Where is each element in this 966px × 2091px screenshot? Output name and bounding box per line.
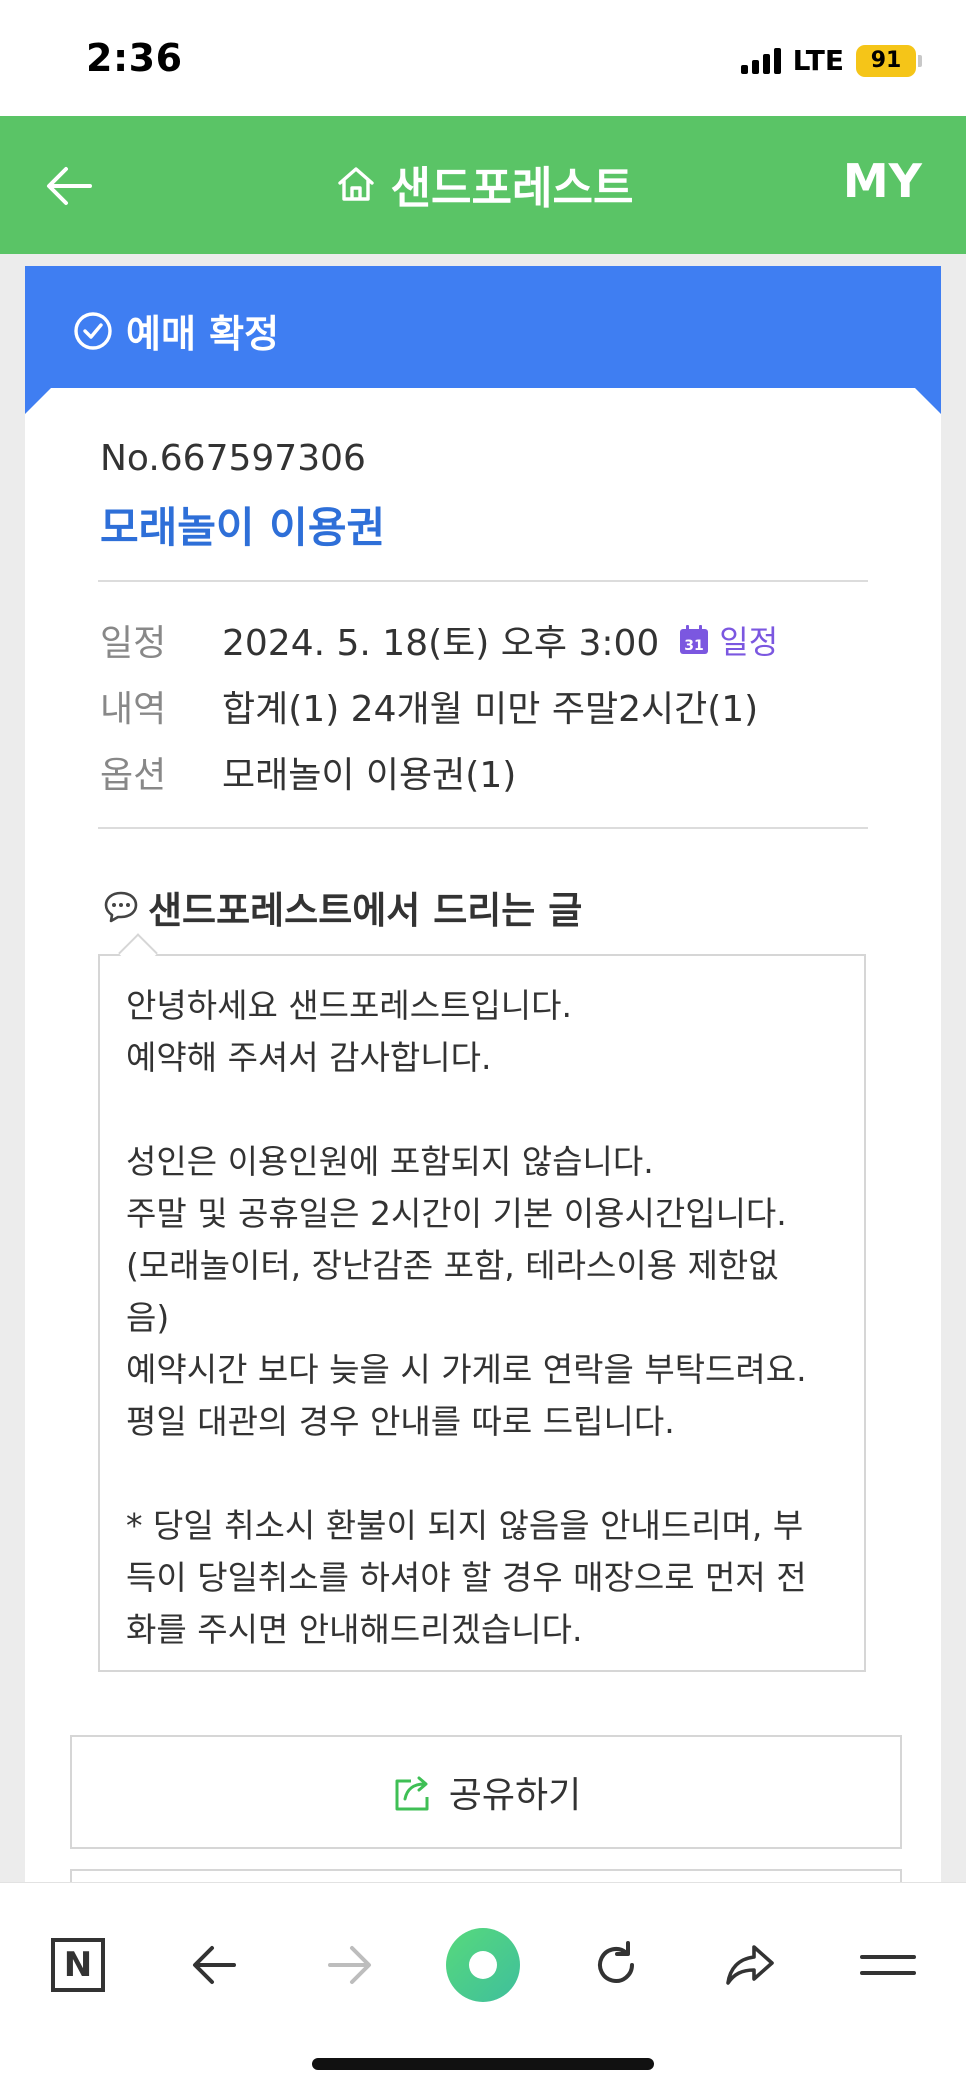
green-home-dot-button[interactable] bbox=[446, 1928, 520, 2002]
divider bbox=[98, 827, 868, 829]
naver-home-button[interactable]: N bbox=[46, 1933, 110, 1997]
battery-level: 91 bbox=[856, 44, 916, 77]
info-row-details: 내역 합계(1) 24개월 미만 주말2시간(1) bbox=[100, 680, 758, 732]
add-to-calendar-link[interactable]: 31 일정 bbox=[677, 617, 778, 663]
store-message-box: 안녕하세요 샌드포레스트입니다. 예약해 주셔서 감사합니다. 성인은 이용인원… bbox=[98, 954, 866, 1672]
message-line: (모래놀이터, 장난감존 포함, 테라스이용 제한없 bbox=[126, 1246, 779, 1285]
message-line: 성인은 이용인원에 포함되지 않습니다. bbox=[126, 1142, 654, 1181]
info-value: 모래놀이 이용권(1) bbox=[222, 755, 517, 796]
info-row-schedule: 일정 2024. 5. 18(토) 오후 3:00 31 일정 bbox=[100, 614, 778, 666]
message-line bbox=[126, 1084, 838, 1136]
menu-button[interactable] bbox=[856, 1933, 920, 1997]
home-indicator[interactable] bbox=[312, 2058, 654, 2070]
naver-n-icon: N bbox=[51, 1938, 105, 1992]
message-line: 주말 및 공휴일은 2시간이 기본 이용시간입니다. bbox=[126, 1194, 787, 1233]
header-title-link[interactable]: 샌드포레스트 bbox=[0, 152, 966, 216]
refresh-icon bbox=[598, 1941, 634, 1983]
share-label: 공유하기 bbox=[448, 1775, 582, 1816]
calendar-link-label: 일정 bbox=[719, 623, 779, 661]
message-line bbox=[126, 1448, 838, 1500]
message-heading-text: 샌드포레스트에서 드리는 글 bbox=[148, 889, 583, 932]
my-button[interactable]: MY bbox=[843, 154, 922, 208]
status-bar: 2:36 LTE 91 bbox=[0, 0, 966, 116]
message-line: 음) bbox=[126, 1298, 170, 1337]
info-value: 2024. 5. 18(토) 오후 3:00 bbox=[222, 623, 660, 664]
info-value: 합계(1) 24개월 미만 주말2시간(1) bbox=[222, 689, 759, 730]
booking-number: No.667597306 bbox=[100, 438, 366, 479]
message-line: 평일 대관의 경우 안내를 따로 드립니다. bbox=[126, 1402, 675, 1441]
banner-fold-left bbox=[25, 388, 51, 414]
confirmation-status: 예매 확정 bbox=[72, 303, 279, 358]
calendar-31-icon: 31 bbox=[680, 625, 709, 654]
banner-fold-right bbox=[915, 388, 941, 414]
message-line: 화를 주시면 안내해드리겠습니다. bbox=[126, 1610, 583, 1649]
header-title: 샌드포레스트 bbox=[390, 163, 634, 214]
battery-icon: 91 bbox=[856, 44, 922, 77]
confirmation-label: 예매 확정 bbox=[126, 312, 280, 356]
back-arrow-icon bbox=[193, 1946, 236, 1984]
info-row-option: 옵션 모래놀이 이용권(1) bbox=[100, 746, 516, 798]
check-circle-icon bbox=[74, 311, 112, 350]
speech-bubble-icon bbox=[104, 891, 138, 923]
message-line: 예약시간 보다 늦을 시 가게로 연락을 부탁드려요. bbox=[126, 1350, 807, 1389]
refresh-button[interactable] bbox=[584, 1933, 648, 1997]
message-heading: 샌드포레스트에서 드리는 글 bbox=[102, 880, 582, 934]
info-label: 옵션 bbox=[100, 755, 167, 796]
signal-icon bbox=[740, 47, 781, 74]
info-label: 내역 bbox=[100, 689, 167, 730]
message-line: 안녕하세요 샌드포레스트입니다. bbox=[126, 986, 573, 1025]
green-home-dot-icon bbox=[446, 1928, 520, 2002]
share-button[interactable]: 공유하기 bbox=[70, 1735, 902, 1849]
toolbar-share-button[interactable] bbox=[718, 1933, 782, 1997]
message-line: * 당일 취소시 환불이 되지 않음을 안내드리며, 부 bbox=[126, 1506, 804, 1545]
share-icon bbox=[395, 1776, 429, 1811]
status-indicators: LTE 91 bbox=[740, 44, 922, 77]
status-time: 2:36 bbox=[86, 36, 183, 80]
message-line: 예약해 주셔서 감사합니다. bbox=[126, 1038, 492, 1077]
share-arrow-icon bbox=[726, 1945, 774, 1985]
browser-toolbar: N bbox=[0, 1882, 966, 2091]
toolbar-forward-button[interactable] bbox=[318, 1933, 382, 1997]
menu-icon bbox=[860, 1955, 916, 1975]
divider bbox=[98, 580, 868, 582]
svg-text:31: 31 bbox=[685, 638, 704, 654]
message-line: 득이 당일취소를 하셔야 할 경우 매장으로 먼저 전 bbox=[126, 1558, 807, 1597]
info-label: 일정 bbox=[100, 623, 167, 664]
forward-arrow-icon bbox=[328, 1946, 371, 1984]
network-label: LTE bbox=[792, 44, 844, 77]
app-header: 샌드포레스트 MY bbox=[0, 116, 966, 254]
home-icon bbox=[337, 167, 374, 201]
product-name: 모래놀이 이용권 bbox=[100, 503, 386, 552]
toolbar-back-button[interactable] bbox=[182, 1933, 246, 1997]
